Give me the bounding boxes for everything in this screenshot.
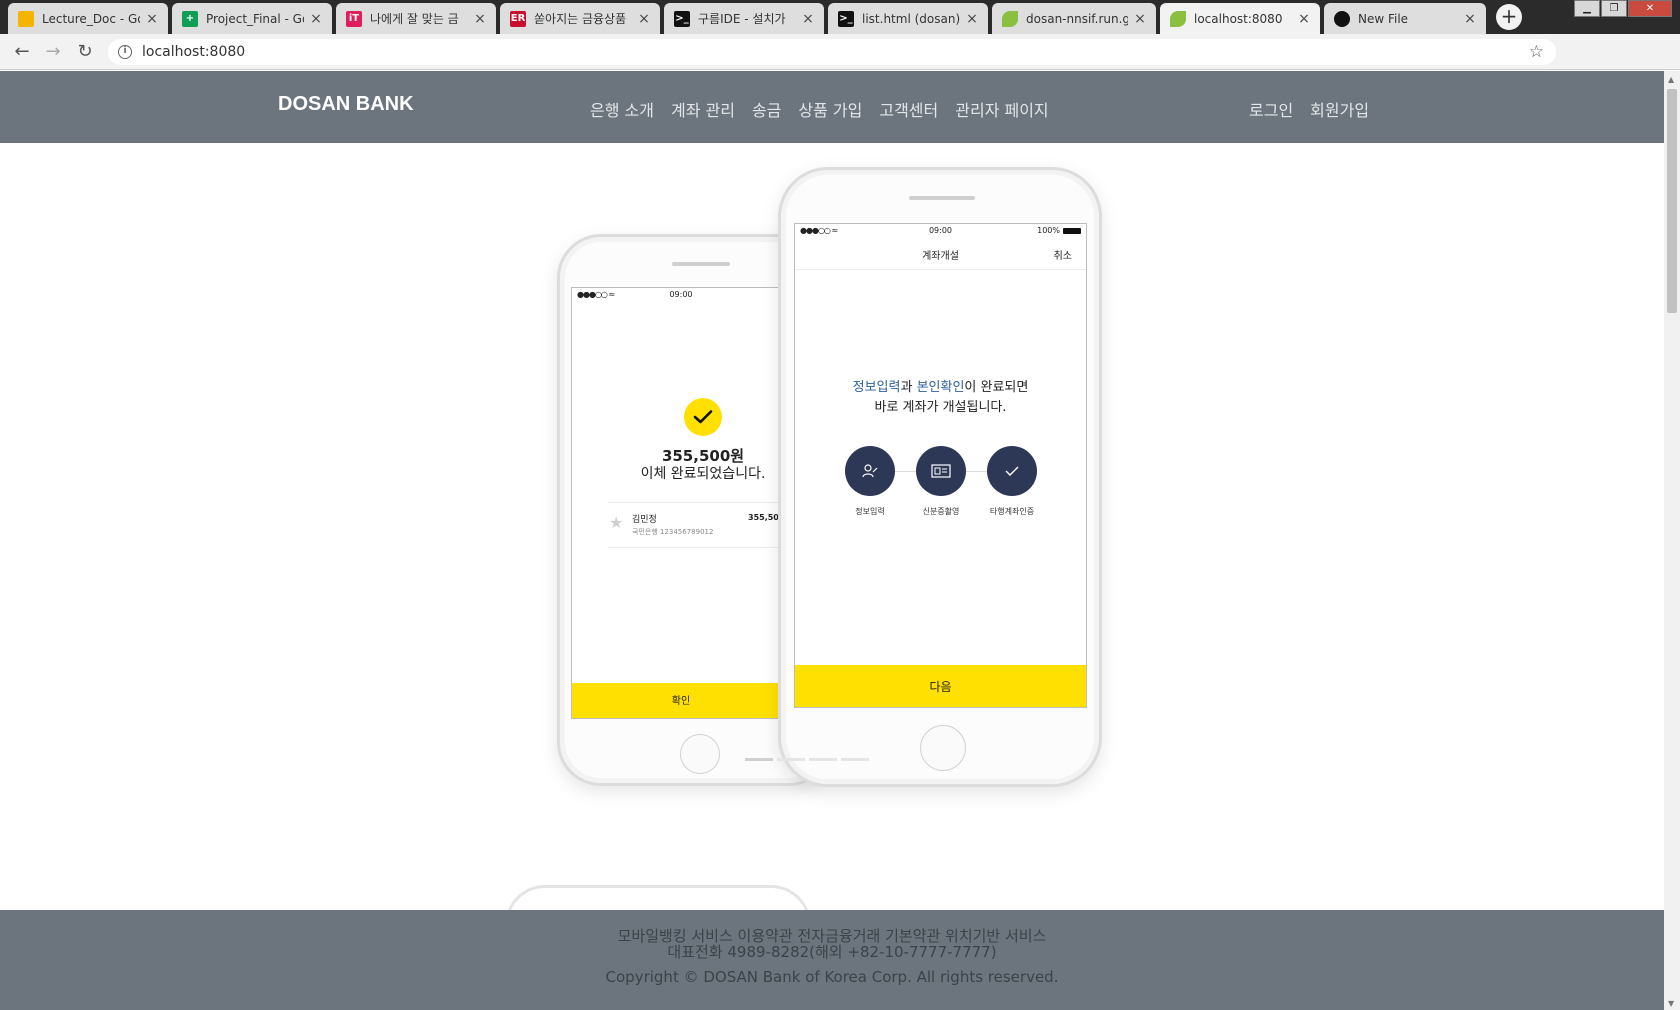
close-icon[interactable]: × bbox=[1132, 11, 1148, 27]
nav-admin-page[interactable]: 관리자 페이지 bbox=[955, 97, 1048, 121]
info-icon[interactable]: i bbox=[118, 45, 132, 59]
close-icon[interactable]: × bbox=[472, 11, 488, 27]
next-button: 다음 bbox=[795, 665, 1086, 707]
carousel-dot[interactable] bbox=[777, 758, 805, 761]
star-icon: ★ bbox=[609, 513, 624, 532]
close-icon[interactable]: × bbox=[308, 11, 324, 27]
bookmark-star-icon[interactable]: ☆ bbox=[1529, 42, 1544, 62]
battery-icon bbox=[1063, 228, 1081, 234]
restore-button[interactable]: ❐ bbox=[1601, 0, 1627, 17]
page-content: DOSAN BANK 은행 소개 계좌 관리 송금 상품 가입 고객센터 관리자… bbox=[0, 71, 1664, 1010]
close-icon[interactable]: × bbox=[144, 11, 160, 27]
scroll-down-icon[interactable]: ▼ bbox=[1668, 999, 1674, 1008]
footer-copyright: Copyright © DOSAN Bank of Korea Corp. Al… bbox=[605, 968, 1059, 986]
home-button bbox=[920, 725, 966, 771]
recipient-row: ★ 김민정 국민은행 123456789012 355,50 bbox=[608, 502, 790, 548]
terminal-icon: >_ bbox=[838, 10, 854, 27]
tab-list-html[interactable]: >_ list.html (dosan) - × bbox=[828, 3, 988, 34]
user-edit-icon bbox=[845, 446, 895, 496]
leaf-icon bbox=[1002, 10, 1018, 27]
hanbit-icon: iT bbox=[346, 10, 362, 27]
check-icon bbox=[987, 446, 1037, 496]
screen-header: 계좌개설 취소 bbox=[795, 238, 1086, 270]
back-arrow-icon[interactable]: ← bbox=[12, 42, 32, 62]
nav-bank-intro[interactable]: 은행 소개 bbox=[590, 97, 654, 121]
auth-nav: 로그인 회원가입 bbox=[1249, 97, 1369, 121]
status-bar: ●●●○○ ≈ 09:00 100% bbox=[795, 224, 1086, 238]
phone-screen: ●●●○○ ≈ 09:00 355,500원 이체 완료되었습니다. ★ 김민정… bbox=[571, 287, 791, 719]
cancel-button: 취소 bbox=[1053, 251, 1072, 262]
id-card-icon bbox=[916, 446, 966, 496]
footer-phone: 대표전화 4989-8282(해외 +82-10-7777-7777) bbox=[667, 943, 997, 961]
google-drive-icon bbox=[18, 10, 34, 27]
guide-text-line1: 정보입력과 본인확인이 완료되면 bbox=[852, 380, 1029, 395]
tab-goorm-ide[interactable]: >_ 구름IDE - 설치가 × bbox=[664, 3, 824, 34]
google-sheets-icon: + bbox=[182, 10, 198, 27]
carousel-dot[interactable] bbox=[809, 758, 837, 761]
close-icon[interactable]: × bbox=[800, 11, 816, 27]
close-icon[interactable]: × bbox=[636, 11, 652, 27]
close-window-button[interactable]: ✕ bbox=[1628, 0, 1672, 17]
address-bar[interactable]: i localhost:8080 ☆ bbox=[108, 39, 1556, 65]
nav-transfer[interactable]: 송금 bbox=[752, 97, 781, 121]
screen-title: 계좌개설 bbox=[922, 251, 959, 262]
new-tab-button[interactable]: + bbox=[1496, 4, 1522, 30]
url-text[interactable]: localhost:8080 bbox=[142, 44, 245, 60]
phone-screen: ●●●○○ ≈ 09:00 100% 계좌개설 취소 정보입력과 본인확인이 완… bbox=[794, 223, 1087, 708]
check-icon bbox=[684, 398, 722, 436]
confirm-button: 확인 bbox=[572, 683, 790, 718]
browser-toolbar: ← → ↻ i localhost:8080 ☆ 재훈 ⋮ bbox=[0, 34, 1680, 95]
scroll-thumb[interactable] bbox=[1667, 89, 1677, 313]
phone-speaker bbox=[672, 262, 730, 266]
scroll-up-icon[interactable]: ▲ bbox=[1668, 75, 1674, 84]
tab-project-final[interactable]: + Project_Final - Go × bbox=[172, 3, 332, 34]
close-icon[interactable]: × bbox=[964, 11, 980, 27]
carousel-dot[interactable] bbox=[745, 758, 773, 761]
transfer-message: 이체 완료되었습니다. bbox=[640, 466, 766, 482]
site-header: DOSAN BANK 은행 소개 계좌 관리 송금 상품 가입 고객센터 관리자… bbox=[0, 71, 1664, 143]
step-other-bank-verify: 타행계좌인증 bbox=[977, 446, 1047, 517]
er-icon: ER bbox=[510, 10, 526, 27]
main-nav: 은행 소개 계좌 관리 송금 상품 가입 고객센터 관리자 페이지 bbox=[590, 97, 1049, 121]
tab-new-file[interactable]: New File × bbox=[1324, 3, 1486, 34]
browser-tab-strip: Lecture_Doc - Goo × + Project_Final - Go… bbox=[0, 0, 1680, 34]
phone-speaker bbox=[909, 196, 975, 200]
recipient-account: 국민은행 123456789012 bbox=[632, 528, 714, 536]
brand-logo[interactable]: DOSAN BANK bbox=[278, 93, 414, 116]
tab-lecture-doc[interactable]: Lecture_Doc - Goo × bbox=[8, 3, 168, 34]
minimize-button[interactable]: ▁ bbox=[1574, 0, 1600, 17]
tab-finance-products[interactable]: ER 쏟아지는 금융상품 × bbox=[500, 3, 660, 34]
tab-dosan-run[interactable]: dosan-nnsif.run.go × bbox=[992, 3, 1156, 34]
recipient-amount: 355,50 bbox=[748, 513, 779, 522]
close-icon[interactable]: × bbox=[1462, 11, 1478, 27]
login-link[interactable]: 로그인 bbox=[1249, 97, 1293, 121]
leaf-icon bbox=[1170, 10, 1186, 27]
nav-customer-center[interactable]: 고객센터 bbox=[879, 97, 938, 121]
terminal-icon: >_ bbox=[674, 10, 690, 27]
recipient-name: 김민정 bbox=[632, 515, 657, 525]
signup-link[interactable]: 회원가입 bbox=[1310, 97, 1369, 121]
home-button bbox=[680, 734, 720, 774]
window-controls: ▁ ❐ ✕ bbox=[1573, 0, 1672, 17]
site-footer: 모바일뱅킹 서비스 이용약관 전자금융거래 기본약관 위치기반 서비스 대표전화… bbox=[0, 910, 1664, 1010]
phone-mockup-account-opening: ●●●○○ ≈ 09:00 100% 계좌개설 취소 정보입력과 본인확인이 완… bbox=[778, 167, 1102, 787]
tab-hanbit[interactable]: iT 나에게 잘 맞는 금 × bbox=[336, 3, 496, 34]
carousel-dot[interactable] bbox=[841, 758, 869, 761]
step-info-input: 정보입력 bbox=[835, 446, 905, 517]
step-id-capture: 신분증촬영 bbox=[906, 446, 976, 517]
forward-arrow-icon[interactable]: → bbox=[43, 42, 63, 62]
nav-product-signup[interactable]: 상품 가입 bbox=[798, 97, 862, 121]
guide-text-line2: 바로 계좌가 개설됩니다. bbox=[874, 400, 1007, 415]
github-icon bbox=[1334, 10, 1350, 27]
page-scrollbar[interactable]: ▲ ▼ bbox=[1664, 71, 1680, 1010]
reload-icon[interactable]: ↻ bbox=[75, 42, 95, 62]
tab-localhost[interactable]: localhost:8080 × bbox=[1160, 3, 1320, 34]
close-icon[interactable]: × bbox=[1296, 11, 1312, 27]
status-bar: ●●●○○ ≈ 09:00 bbox=[577, 290, 693, 299]
carousel-indicator bbox=[745, 758, 869, 761]
nav-account-management[interactable]: 계좌 관리 bbox=[671, 97, 735, 121]
